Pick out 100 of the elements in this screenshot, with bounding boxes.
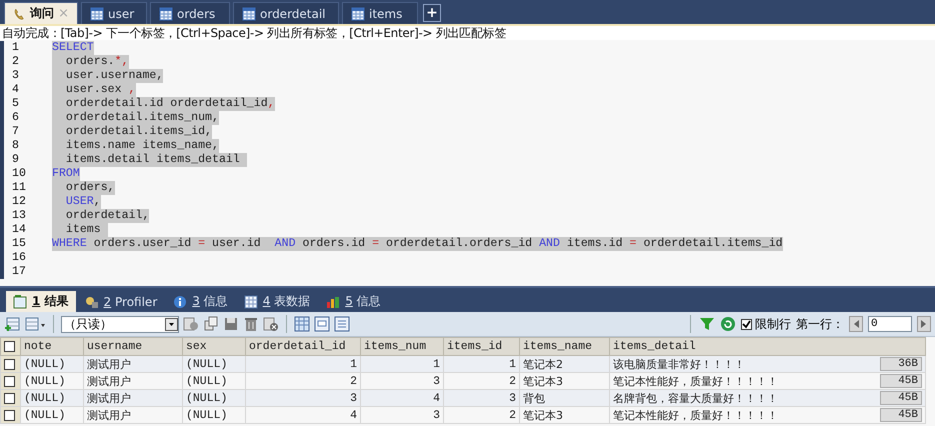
text-view-icon[interactable]: [334, 316, 350, 332]
table-cell: (NULL): [186, 358, 228, 370]
line-number: 9: [11, 153, 20, 167]
line-number: 4: [11, 83, 20, 97]
checkbox[interactable]: [741, 318, 752, 330]
line-number: 14: [11, 223, 26, 237]
line-number: 17: [11, 265, 26, 279]
grid-dropdown-icon[interactable]: [24, 316, 46, 332]
tab[interactable]: orders: [150, 2, 230, 24]
table-cell: 笔记本3: [523, 408, 563, 422]
table-cell: 2: [509, 374, 516, 388]
refresh-icon[interactable]: [720, 316, 736, 332]
line-number: 2: [11, 55, 20, 69]
blob-size-button[interactable]: 36B: [880, 357, 922, 371]
cancel-icon[interactable]: [263, 316, 279, 332]
row-checkbox[interactable]: [4, 392, 15, 404]
line-number: 1: [11, 41, 20, 55]
table-cell: (NULL): [186, 392, 228, 404]
table-cell: 测试用户: [87, 374, 131, 388]
table-cell: (NULL): [24, 392, 66, 404]
first-row-label: 第一行：: [796, 316, 844, 332]
table-cell: 笔记本性能好，质量好！！！！！: [613, 374, 778, 388]
table-cell: (NULL): [24, 358, 66, 370]
table-cell: 2: [509, 408, 516, 422]
blob-size-button[interactable]: 45B: [880, 374, 922, 388]
mode-dropdown[interactable]: （只读）: [61, 316, 179, 332]
column-header[interactable]: items_num: [360, 338, 444, 356]
line-number: 12: [11, 195, 26, 209]
line-number: 8: [11, 139, 20, 153]
tab-label: 3 信息: [192, 293, 228, 310]
autocomplete-hint: 自动完成：[Tab]-> 下一个标签，[Ctrl+Space]-> 列出所有标签，[Ctrl+Enter]-> 列出匹配标签: [0, 26, 935, 40]
next-button[interactable]: [917, 316, 931, 332]
table-icon: [244, 294, 258, 308]
tab-label: orders: [177, 6, 216, 20]
line-number: 15: [11, 237, 26, 251]
insert-icon[interactable]: [183, 316, 199, 332]
table-cell: 3: [433, 374, 440, 388]
result-tab[interactable]: 4 表数据: [236, 291, 318, 312]
result-tab[interactable]: 5 信息: [319, 291, 388, 312]
tab[interactable]: user: [81, 2, 147, 24]
table-cell: 3: [350, 392, 357, 404]
previous-button[interactable]: [849, 316, 863, 332]
table-icon: [242, 6, 256, 20]
row-checkbox[interactable]: [4, 358, 15, 370]
limit-rows-checkbox[interactable]: 限制行: [741, 316, 791, 332]
tab[interactable]: orderdetail: [233, 2, 339, 24]
tab[interactable]: 询问 ×: [4, 2, 78, 24]
tab[interactable]: items: [342, 2, 418, 24]
left-arrow-icon: [852, 319, 860, 329]
column-header[interactable]: orderdetail_id: [246, 338, 360, 356]
table-icon: [351, 6, 365, 20]
column-header[interactable]: sex: [182, 338, 246, 356]
line-number: 16: [11, 251, 26, 265]
select-all-checkbox[interactable]: [4, 341, 15, 352]
table-cell: 1: [350, 358, 357, 370]
table-cell: 笔记本性能好，质量好！！！！！: [613, 408, 778, 422]
tab-label: items: [369, 6, 402, 20]
blob-size-button[interactable]: 45B: [880, 391, 922, 405]
save-icon[interactable]: [223, 316, 239, 332]
line-number: 3: [11, 69, 20, 83]
table-cell: 名牌背包，容量大质量好！！！！: [613, 390, 778, 406]
table-cell: 1: [509, 358, 516, 370]
column-header[interactable]: items_detail: [610, 338, 926, 356]
checkbox-label: 限制行: [755, 316, 791, 332]
table-cell: (NULL): [186, 408, 228, 422]
result-tab[interactable]: 3 信息: [166, 291, 235, 312]
table-icon: [13, 294, 27, 308]
line-number: 5: [11, 97, 20, 111]
result-tab[interactable]: 2 Profiler: [78, 291, 164, 312]
table-icon: [90, 6, 104, 20]
row-checkbox[interactable]: [4, 410, 15, 420]
form-view-icon[interactable]: [314, 316, 330, 332]
bar-chart-icon: [326, 294, 340, 308]
first-row-field[interactable]: 0: [868, 316, 912, 332]
table-cell: 3: [509, 392, 516, 404]
add-tab-button[interactable]: +: [423, 4, 441, 22]
right-arrow-icon: [920, 319, 928, 329]
grid-view-icon[interactable]: [294, 316, 310, 332]
table-cell: (NULL): [24, 408, 66, 422]
column-header[interactable]: items_name: [520, 338, 610, 356]
trash-icon[interactable]: [243, 316, 259, 332]
phone-icon: [13, 6, 26, 20]
add-row-icon[interactable]: [4, 316, 20, 332]
copy-icon[interactable]: [203, 316, 219, 332]
column-header[interactable]: username: [84, 338, 182, 356]
filter-icon[interactable]: [699, 316, 715, 332]
column-header[interactable]: items_id: [444, 338, 520, 356]
table-icon: [159, 6, 173, 20]
line-number: 13: [11, 209, 26, 223]
tab-label: 2 Profiler: [104, 294, 158, 308]
blob-size-button[interactable]: 45B: [880, 408, 922, 422]
table-cell: 测试用户: [87, 392, 131, 404]
tab-label: 1 结果: [32, 293, 69, 310]
tab-label: 4 表数据: [262, 293, 310, 310]
row-checkbox[interactable]: [4, 376, 15, 386]
result-tab[interactable]: 1 结果: [6, 291, 76, 312]
tab-label: 5 信息: [345, 293, 381, 310]
tab-label: user: [108, 6, 134, 20]
column-header[interactable]: note: [20, 338, 84, 356]
table-cell: (NULL): [24, 374, 66, 388]
